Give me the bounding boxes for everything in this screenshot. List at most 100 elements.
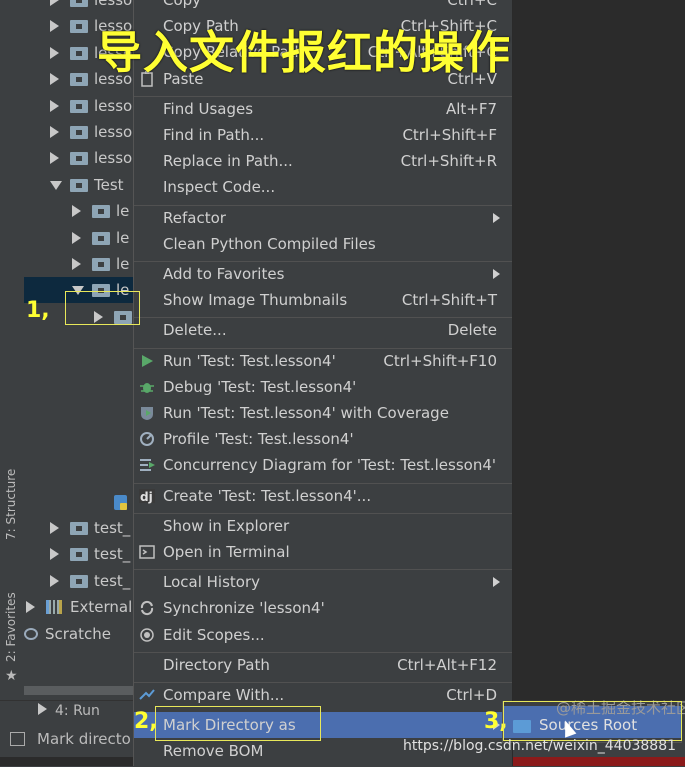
tree-folder-row[interactable]: le	[24, 198, 135, 224]
expand-right-icon[interactable]	[50, 126, 59, 138]
tree-file-row[interactable]	[24, 409, 151, 435]
menu-item-label: Clean Python Compiled Files	[163, 234, 376, 253]
menu-item-delete[interactable]: Delete... Delete	[134, 317, 512, 343]
folder-icon	[70, 99, 88, 113]
expand-right-icon[interactable]	[50, 73, 59, 86]
menu-item-shortcut: Ctrl+Shift+F	[402, 126, 497, 144]
folder-icon	[70, 178, 88, 192]
menu-item-shortcut: Ctrl+D	[446, 686, 497, 704]
status-window-icon[interactable]	[10, 732, 25, 746]
menu-item-replace-in-path[interactable]: Replace in Path... Ctrl+Shift+R	[134, 148, 512, 174]
tree-item-label: lesso	[94, 96, 133, 115]
menu-item-refactor[interactable]: Refactor	[134, 205, 512, 231]
expand-right-icon[interactable]	[72, 231, 81, 244]
folder-icon	[92, 231, 110, 245]
tree-folder-row[interactable]: External	[24, 594, 135, 620]
folder-icon	[92, 205, 110, 219]
menu-item-label: Add to Favorites	[163, 265, 285, 283]
tree-item-label: Scratche	[45, 624, 111, 643]
structure-tool-tab[interactable]: 7: Structure	[4, 469, 18, 540]
tree-item-label: le	[116, 202, 130, 221]
expand-right-icon[interactable]	[26, 601, 35, 614]
menu-item-open-in-terminal[interactable]: Open in Terminal	[134, 539, 512, 565]
expand-right-icon[interactable]	[50, 99, 59, 112]
expand-down-icon[interactable]	[50, 180, 62, 190]
menu-item-find-in-path[interactable]: Find in Path... Ctrl+Shift+F	[134, 122, 512, 148]
create-config-icon: dj	[139, 488, 155, 504]
menu-item-concurrency-diagram-for-test-test-lesson4[interactable]: Concurrency Diagram for 'Test: Test.less…	[134, 452, 512, 478]
tree-folder-row[interactable]: test_	[24, 568, 135, 594]
menu-item-debug-test-test-lesson4[interactable]: Debug 'Test: Test.lesson4'	[134, 374, 512, 400]
debug-icon	[140, 382, 154, 393]
menu-item-label: Copy	[163, 0, 202, 9]
tree-folder-row[interactable]: lesso	[24, 93, 135, 119]
menu-item-show-in-explorer[interactable]: Show in Explorer	[134, 513, 512, 539]
expand-right-icon[interactable]	[50, 548, 59, 561]
expand-right-icon[interactable]	[50, 20, 59, 33]
tree-item-label: test_	[94, 545, 131, 564]
menu-item-shortcut: Ctrl+Shift+T	[401, 291, 497, 310]
menu-item-profile-test-test-lesson4[interactable]: Profile 'Test: Test.lesson4'	[134, 426, 512, 452]
menu-item-run-test-test-lesson4[interactable]: Run 'Test: Test.lesson4' Ctrl+Shift+F10	[134, 348, 512, 374]
annotation-caption: 导入文件报红的操作	[97, 26, 512, 79]
tree-file-row[interactable]	[24, 330, 151, 356]
tree-item-label: le	[116, 255, 130, 273]
tree-folder-row[interactable]: Test	[24, 172, 135, 198]
tree-folder-row[interactable]: test_	[24, 541, 135, 567]
menu-item-compare-with[interactable]: Compare With... Ctrl+D	[134, 682, 512, 708]
folder-icon	[70, 0, 88, 7]
menu-item-run-test-test-lesson4-with-coverage[interactable]: Run 'Test: Test.lesson4' with Coverage	[134, 400, 512, 426]
annotation-box-1	[65, 291, 140, 325]
menu-item-label: Create 'Test: Test.lesson4'...	[163, 486, 372, 505]
folder-icon	[92, 258, 110, 271]
expand-right-icon[interactable]	[50, 574, 59, 587]
tree-file-row[interactable]	[24, 357, 151, 383]
tree-file-row[interactable]	[24, 462, 151, 488]
expand-right-icon[interactable]	[50, 0, 59, 6]
menu-item-edit-scopes[interactable]: Edit Scopes...	[134, 622, 512, 648]
folder-icon	[70, 574, 88, 588]
tree-folder-row[interactable]: lesso	[24, 119, 135, 145]
menu-item-inspect-code[interactable]: Inspect Code...	[134, 174, 512, 200]
expand-right-icon[interactable]	[72, 258, 81, 270]
project-tree: lesso lesso lesso lesso lesso lesso lesso Test l…	[24, 0, 153, 700]
menu-item-clean-python-compiled-files[interactable]: Clean Python Compiled Files	[134, 231, 512, 257]
tree-folder-row[interactable]: lesso	[24, 145, 135, 171]
menu-item-add-to-favorites[interactable]: Add to Favorites	[134, 261, 512, 287]
menu-item-shortcut: Delete	[447, 321, 497, 340]
menu-item-label: Compare With...	[163, 686, 285, 704]
tree-folder-row[interactable]: lesso	[24, 0, 135, 13]
tree-folder-row[interactable]: Scratche	[24, 621, 135, 647]
menu-item-synchronize-lesson4[interactable]: Synchronize 'lesson4'	[134, 595, 512, 621]
menu-item-label: Delete...	[163, 321, 227, 340]
tree-folder-row[interactable]: le	[24, 225, 135, 251]
tree-item-label: test_	[94, 571, 131, 590]
menu-item-label: Find Usages	[163, 99, 254, 118]
menu-item-label: Find in Path...	[163, 126, 265, 144]
run-tool-tab[interactable]: 4: Run	[38, 703, 100, 719]
favorites-tool-tab[interactable]: 2: Favorites	[4, 592, 18, 662]
tree-folder-row[interactable]: le	[24, 251, 135, 277]
menu-item-label: Show in Explorer	[163, 516, 290, 535]
folder-icon	[70, 73, 88, 87]
sync-icon	[140, 601, 154, 616]
menu-item-find-usages[interactable]: Find Usages Alt+F7	[134, 96, 512, 122]
expand-right-icon[interactable]	[50, 46, 59, 59]
menu-item-local-history[interactable]: Local History	[134, 569, 512, 595]
tree-file-row[interactable]	[24, 383, 151, 409]
menu-item-label: Replace in Path...	[163, 152, 293, 171]
expand-right-icon[interactable]	[50, 152, 59, 165]
menu-item-directory-path[interactable]: Directory Path Ctrl+Alt+F12	[134, 652, 512, 678]
menu-item-label: Profile 'Test: Test.lesson4'	[163, 430, 354, 449]
tree-horizontal-scrollbar[interactable]	[24, 686, 135, 695]
tree-file-row[interactable]: te	[24, 489, 153, 515]
menu-item-create-test-test-lesson4[interactable]: dj Create 'Test: Test.lesson4'...	[134, 483, 512, 509]
menu-item-show-image-thumbnails[interactable]: Show Image Thumbnails Ctrl+Shift+T	[134, 287, 512, 313]
tree-folder-row[interactable]: test_	[24, 515, 135, 541]
menu-item-copy[interactable]: Copy Ctrl+C	[134, 0, 512, 13]
terminal-icon	[139, 545, 155, 559]
tree-file-row[interactable]	[24, 436, 151, 462]
expand-right-icon[interactable]	[72, 205, 81, 218]
expand-right-icon[interactable]	[50, 522, 59, 534]
annotation-step-1: 1,	[26, 298, 50, 323]
